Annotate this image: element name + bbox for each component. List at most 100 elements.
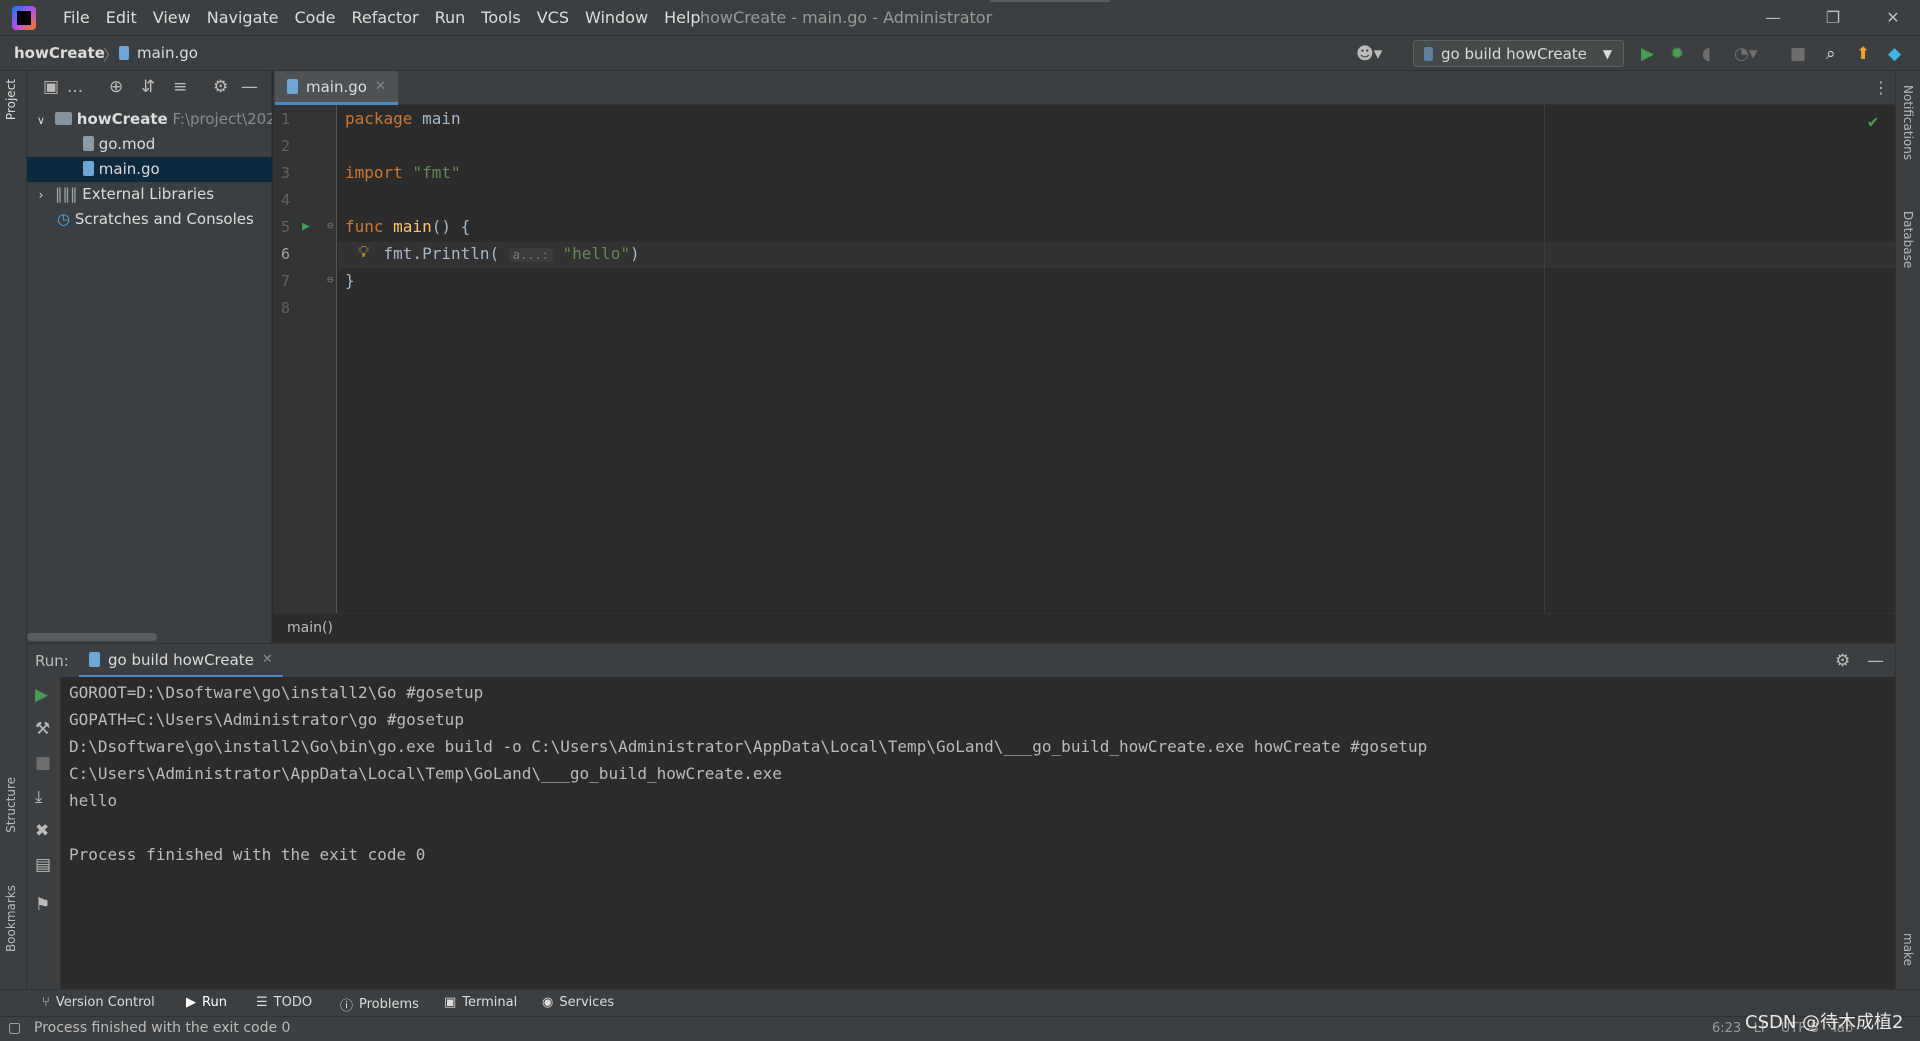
status-bar: ▢ Process finished with the exit code 0 … [0,1016,1920,1041]
breadcrumb-project[interactable]: howCreate [14,44,105,62]
code-line-3: import "fmt" [345,163,461,182]
menu-file[interactable]: File [55,8,98,27]
run-console[interactable]: GOROOT=D:\Dsoftware\go\install2\Go #gose… [61,677,1895,989]
tool-tab-terminal[interactable]: ▣ Terminal [444,995,517,1010]
menu-vcs[interactable]: VCS [529,8,577,27]
trash-icon[interactable]: ✖ [35,821,49,841]
run-icon[interactable]: ▶ [1641,44,1654,64]
more-options-icon[interactable]: ⋮ [1873,78,1889,97]
pin-icon[interactable]: ⚑ [35,895,50,915]
rerun-icon[interactable]: ▶ [35,685,48,705]
line-number: 8 [281,299,291,317]
status-message[interactable]: Process finished with the exit code 0 [34,1020,290,1036]
menu-refactor[interactable]: Refactor [343,8,426,27]
keyword: package [345,109,413,128]
horizontal-scrollbar[interactable] [27,633,157,641]
tool-tab-label: TODO [273,995,313,1010]
line-number: 2 [281,137,291,155]
punctuation: () { [431,217,471,236]
tree-item-external-libraries[interactable]: › ‖‖‖ External Libraries [27,182,272,207]
tree-item-main-go[interactable]: main.go [27,157,272,182]
menu-tools[interactable]: Tools [473,8,528,27]
tree-item-scratches[interactable]: ◷ Scratches and Consoles [27,207,272,232]
wrench-icon[interactable]: ⚒ [35,719,50,739]
fold-icon[interactable]: ⊖ [327,219,334,232]
project-view-icon[interactable]: ▣ [43,77,59,97]
toggle-tool-windows-icon[interactable]: ▢ [8,1020,21,1036]
menu-edit[interactable]: Edit [98,8,145,27]
console-line: D:\Dsoftware\go\install2\Go\bin\go.exe b… [69,737,1428,756]
scroll-to-end-icon[interactable]: ⤓ [35,787,43,807]
tab-main-go[interactable]: main.go ✕ [275,71,398,105]
gear-icon[interactable]: ⚙ [213,77,228,97]
tool-window-project[interactable]: Project [4,79,18,120]
gear-icon[interactable]: ⚙ [1835,651,1850,671]
fold-icon[interactable]: ⊖ [327,273,334,286]
tool-window-make[interactable]: make [1901,933,1915,966]
search-icon[interactable]: ⌕ [1826,44,1836,64]
run-gutter-icon[interactable]: ▶ [302,219,310,234]
stop-icon[interactable]: ■ [35,753,51,773]
tool-tab-version-control[interactable]: ⑂ Version Control [42,995,155,1010]
line-number: 7 [281,272,291,290]
function-name: main [383,217,432,236]
run-configuration-select[interactable]: go build howCreate ▼ [1413,40,1624,67]
code-editor[interactable]: 1 2 3 4 5 6 7 8 ▶ ⊖ ⊖ package main impor… [273,105,1895,613]
watermark: CSDN @待木成植2 [1745,1012,1904,1033]
tree-item-label: External Libraries [82,185,215,203]
breadcrumb-file[interactable]: main.go [137,44,198,62]
menu-run[interactable]: Run [427,8,474,27]
close-tab-icon[interactable]: ✕ [375,79,386,94]
tree-item-label: howCreate [76,110,168,128]
debug-icon[interactable]: ✹ [1670,44,1684,64]
tool-window-bookmarks[interactable]: Bookmarks [4,885,18,952]
run-tab[interactable]: go build howCreate ✕ [79,644,283,678]
tool-window-database[interactable]: Database [1901,211,1915,268]
tree-item-go-mod[interactable]: go.mod [27,132,272,157]
menu-navigate[interactable]: Navigate [199,8,287,27]
menu-view[interactable]: View [145,8,199,27]
expand-all-icon[interactable]: ⇵ [141,77,155,97]
chevron-down-icon: ▼ [1602,46,1613,61]
hide-panel-icon[interactable]: — [241,77,258,97]
profile-icon[interactable]: ◔▾ [1734,44,1757,64]
tool-tab-problems[interactable]: ⓘ Problems [340,995,419,1014]
tool-tab-todo[interactable]: ☰ TODO [256,995,312,1010]
code-line-6: fmt.Println( a...: "hello") [345,244,640,263]
tree-item-label: Scratches and Consoles [74,210,254,228]
menu-code[interactable]: Code [287,8,344,27]
layout-icon[interactable]: ▤ [35,855,51,875]
restore-button[interactable]: ❐ [1808,0,1858,35]
close-tab-icon[interactable]: ✕ [262,652,273,667]
run-tab-label: go build howCreate [108,650,254,669]
locate-icon[interactable]: ⊕ [109,77,123,97]
console-line: hello [69,791,118,810]
caret-position[interactable]: 6:23 [1712,1021,1741,1036]
tree-item-project-root[interactable]: ∨ howCreate F:\project\202 [27,107,272,132]
tool-tab-services[interactable]: ◉ Services [542,995,614,1010]
editor-breadcrumb[interactable]: main() [287,620,333,636]
coverage-icon[interactable]: ◖ [1702,44,1711,64]
project-view-selector[interactable]: ... [67,77,83,97]
chevron-right-icon[interactable]: › [27,183,55,207]
collapse-all-icon[interactable]: ≡ [173,77,187,97]
tool-window-notifications[interactable]: Notifications [1901,85,1915,160]
tool-window-structure[interactable]: Structure [4,777,18,833]
goland-plugin-icon[interactable]: ◆ [1888,44,1901,64]
menu-window[interactable]: Window [577,8,656,27]
go-file-icon [1424,46,1433,61]
close-button[interactable]: ✕ [1868,0,1918,35]
stop-icon[interactable]: ■ [1790,44,1806,64]
go-file-icon [287,79,298,94]
user-menu-icon[interactable]: ☻▾ [1356,44,1382,64]
lightbulb-icon[interactable]: 💡︎ [358,242,369,262]
hide-panel-icon[interactable]: — [1867,651,1884,671]
inspection-ok-icon[interactable]: ✔ [1868,112,1878,132]
chevron-down-icon[interactable]: ∨ [27,108,55,132]
update-icon[interactable]: ⬆ [1856,44,1870,64]
tool-tab-label: Problems [359,997,419,1012]
right-tool-strip: Notifications Database make [1895,71,1920,989]
minimize-button[interactable]: — [1748,0,1798,35]
identifier: main [412,109,461,128]
tool-tab-run[interactable]: ▶ Run [186,995,227,1010]
